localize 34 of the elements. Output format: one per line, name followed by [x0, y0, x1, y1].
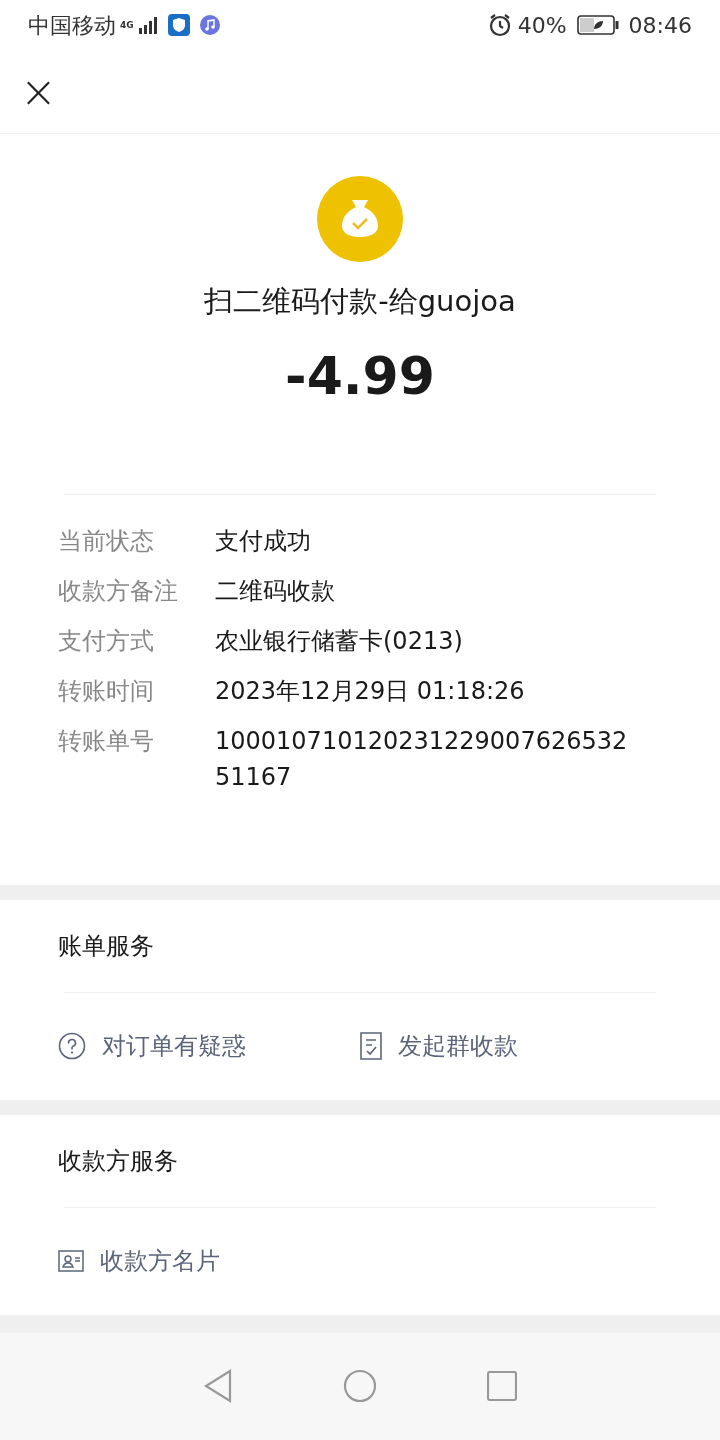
service-link[interactable]: 对订单有疑惑	[102, 1028, 246, 1064]
detail-label: 转账单号	[58, 725, 155, 757]
battery-icon	[576, 15, 619, 35]
detail-value: 10001071012023122900762653251167	[215, 725, 629, 793]
detail-value: 农业银行储蓄卡(0213)	[215, 625, 464, 657]
section-title: 账单服务	[57, 930, 155, 962]
detail-label: 当前状态	[58, 525, 155, 557]
detail-value: 2023年12月29日 01:18:26	[215, 675, 526, 707]
service-link[interactable]: 收款方名片	[100, 1243, 220, 1279]
service-link[interactable]: 发起群收款	[398, 1028, 518, 1064]
battery-percent: 40%	[517, 11, 567, 40]
home-icon[interactable]	[343, 1369, 377, 1404]
help-icon	[58, 1032, 86, 1060]
back-icon[interactable]	[203, 1369, 233, 1404]
alarm-icon	[487, 13, 512, 37]
carrier-name: 中国移动	[28, 11, 116, 40]
signal-icon	[137, 16, 158, 34]
money-bag-icon	[317, 176, 403, 262]
detail-label: 收款方备注	[58, 575, 179, 607]
close-button[interactable]: ×	[20, 69, 52, 114]
detail-label: 支付方式	[58, 625, 155, 657]
shield-icon	[167, 14, 190, 36]
document-check-icon	[360, 1032, 382, 1060]
clock-time: 08:46	[628, 11, 692, 40]
detail-value: 支付成功	[215, 525, 312, 557]
network-type: 4G	[120, 20, 134, 30]
recents-icon[interactable]	[487, 1371, 517, 1402]
section-title: 收款方服务	[57, 1145, 179, 1177]
contact-card-icon	[58, 1250, 84, 1272]
payment-amount: -4.99	[285, 349, 435, 402]
payment-title: 扫二维码付款-给guojoa	[204, 283, 516, 320]
music-icon	[199, 15, 220, 35]
detail-value: 二维码收款	[215, 575, 336, 607]
detail-label: 转账时间	[58, 675, 155, 707]
